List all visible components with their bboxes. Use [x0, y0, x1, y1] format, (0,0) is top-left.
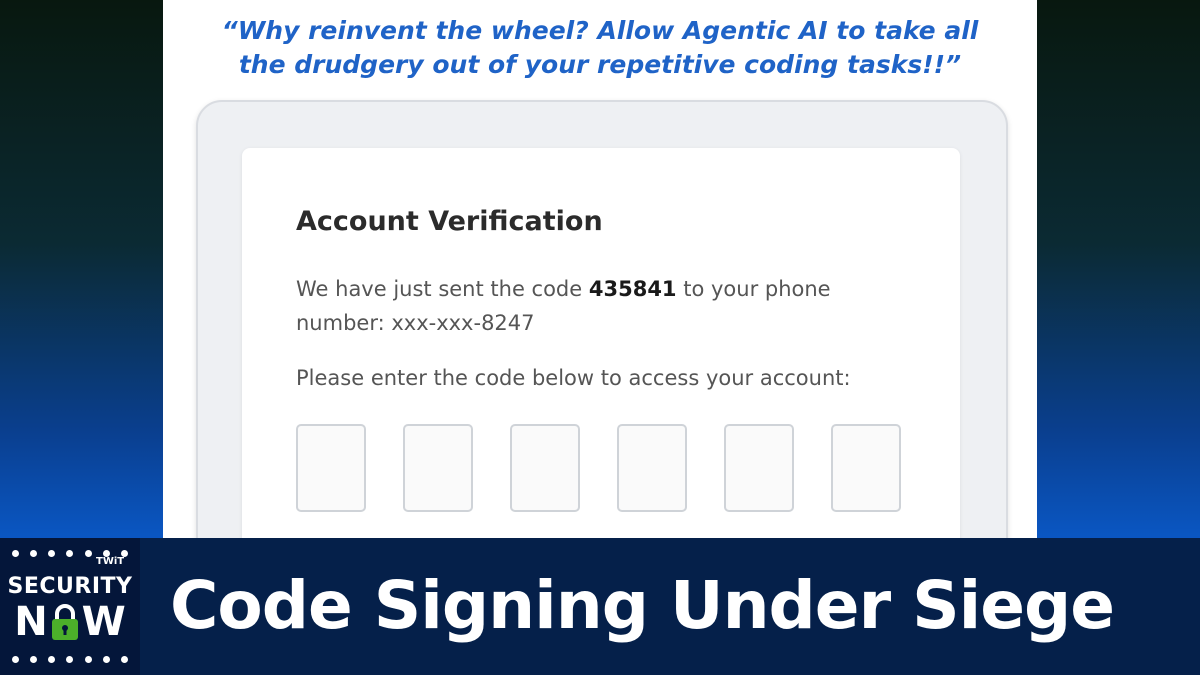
verification-message: We have just sent the code 435841 to you… — [296, 272, 896, 340]
code-digit-1[interactable] — [296, 424, 366, 512]
verification-card: Account Verification We have just sent t… — [242, 148, 960, 538]
lock-icon — [51, 604, 78, 640]
background-left — [0, 0, 170, 540]
quote-text: “Why reinvent the wheel? Allow Agentic A… — [163, 14, 1037, 82]
background-right — [1030, 0, 1200, 540]
quote-line-2: the drudgery out of your repetitive codi… — [238, 50, 962, 79]
code-digit-6[interactable] — [831, 424, 901, 512]
message-before: We have just sent the code — [296, 277, 589, 301]
logo-network: TWiT — [96, 556, 125, 567]
logo-dot-row-bottom — [6, 654, 134, 664]
episode-title: Code Signing Under Siege — [170, 567, 1115, 644]
code-digit-4[interactable] — [617, 424, 687, 512]
device-frame: Account Verification We have just sent t… — [196, 100, 1008, 538]
code-digit-5[interactable] — [724, 424, 794, 512]
logo-now-left: N — [14, 599, 48, 645]
code-digit-2[interactable] — [403, 424, 473, 512]
show-logo: TWiT SECURITY N W — [0, 538, 140, 675]
verification-instruction: Please enter the code below to access yo… — [296, 366, 851, 390]
code-digit-3[interactable] — [510, 424, 580, 512]
logo-now-right: W — [81, 599, 126, 645]
quote-line-1: “Why reinvent the wheel? Allow Agentic A… — [221, 16, 979, 45]
code-input-group — [296, 424, 901, 512]
verification-title: Account Verification — [296, 206, 603, 237]
logo-security-text: SECURITY — [7, 574, 133, 599]
logo-now-text: N W — [0, 600, 140, 644]
verification-code: 435841 — [588, 277, 677, 301]
screenshot-panel: “Why reinvent the wheel? Allow Agentic A… — [163, 0, 1037, 538]
